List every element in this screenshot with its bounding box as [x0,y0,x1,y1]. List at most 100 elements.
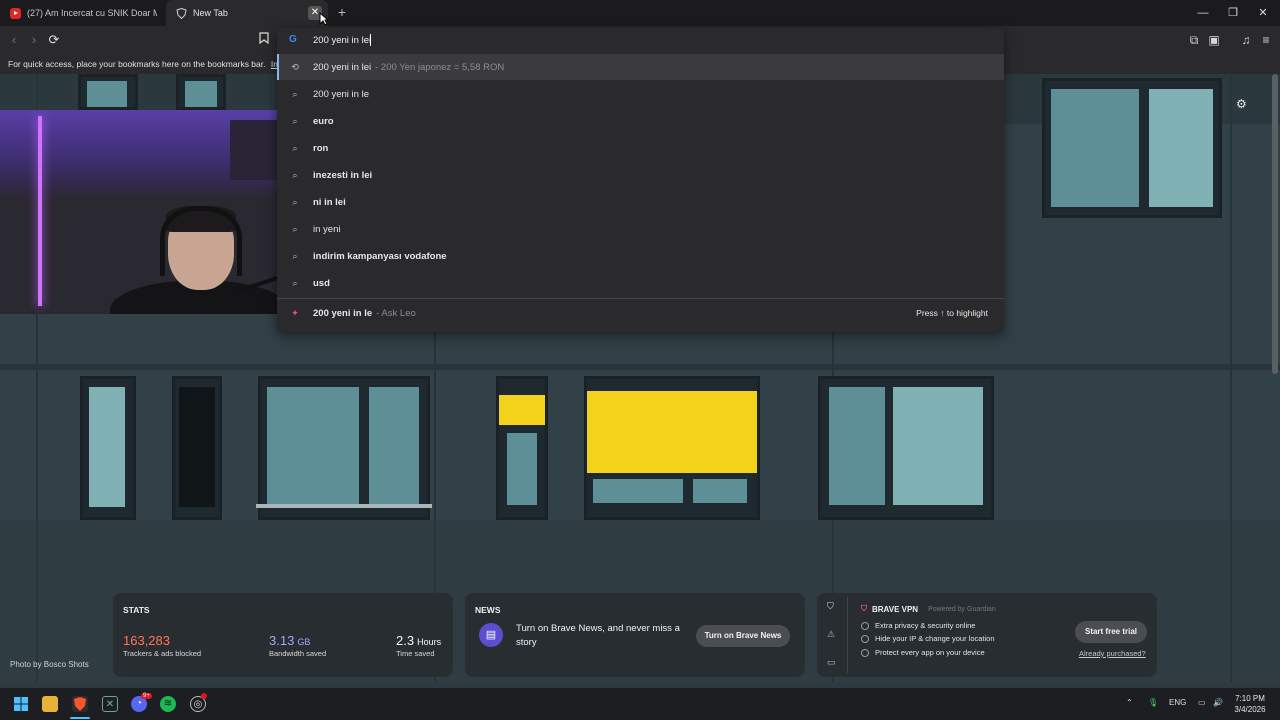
omnibox-suggestion[interactable]: ⌕ ni in lei [277,189,1004,215]
suggestion-text: ron [313,142,329,154]
search-icon: ⌕ [292,88,298,99]
vpn-feature: Protect every app on your device [861,648,985,657]
bandwidth-saved: 3.13 GB [269,633,311,648]
suggestion-text: ni in lei [313,196,346,208]
search-icon: ⌕ [292,196,298,207]
bookmarks-hint: For quick access, place your bookmarks h… [8,59,266,69]
suggestion-text: inezesti in lei [313,169,373,181]
brave-vpn-logo-icon: ⛉ [861,604,867,613]
brave-browser-icon[interactable] [72,696,88,712]
news-widget: NEWS ▤ Turn on Brave News, and never mis… [465,593,805,677]
tab-youtube[interactable]: (27) Am Incercat cu SNIK Doar Manc... [0,0,160,26]
suggestion-text: 200 yeni in lei [313,61,372,73]
new-tab-button[interactable]: + [334,4,350,20]
xbox-icon[interactable]: ✕ [102,696,118,712]
customize-gear-icon[interactable]: ⚙ [1236,97,1247,111]
vpn-screen-icon[interactable]: ▭ [827,657,836,668]
photo-credit[interactable]: Photo by Bosco Shots [10,660,89,669]
address-bar[interactable]: G 200 yeni in lei [277,28,1004,52]
trackers-count: 163,283 [123,633,170,648]
menu-icon[interactable]: ≡ [1258,32,1274,48]
omnibox-suggestion[interactable]: ⟲ 200 yeni in lei - 200 Yen japonez = 5,… [277,54,1004,80]
ask-leo-suggestion[interactable]: ✦ 200 yeni in le - Ask Leo Press ↑ to hi… [277,300,1004,326]
clock[interactable]: 7:10 PM 3/4/2026 [1230,693,1270,715]
wallet-icon[interactable]: ▣ [1206,32,1222,48]
windows-start-icon[interactable] [13,696,29,712]
youtube-icon [10,7,21,19]
forward-icon[interactable]: › [26,32,42,48]
page-scrollbar[interactable] [1272,74,1278,374]
show-hidden-icons[interactable]: ⌃ [1126,698,1133,707]
text-caret [370,34,371,46]
media-icon[interactable]: ♫ [1238,32,1254,48]
network-icon[interactable]: ▭ [1198,698,1206,707]
suggestion-text: euro [313,115,334,127]
news-title: NEWS [475,605,501,615]
vpn-feature: Extra privacy & security online [861,621,975,630]
calculator-icon: ⟲ [291,61,299,72]
search-icon: ⌕ [292,250,298,261]
search-icon: ⌕ [292,169,298,180]
turn-on-news-button[interactable]: Turn on Brave News [696,625,790,647]
back-icon[interactable]: ‹ [6,32,22,48]
trackers-label: Trackers & ads blocked [123,649,202,658]
microphone-icon[interactable]: 🎙 [1148,698,1158,707]
stats-widget: STATS 163,283 Trackers & ads blocked 3.1… [113,593,453,677]
suggestion-text: in yeni [313,223,341,235]
volume-icon[interactable]: 🔊 [1213,698,1223,707]
address-input-value[interactable]: 200 yeni in lei [313,35,371,46]
language-indicator[interactable]: ENG [1169,698,1186,707]
search-icon: ⌕ [292,277,298,288]
omnibox-suggestion[interactable]: ⌕ usd [277,270,1004,296]
suggestion-detail: - 200 Yen japonez = 5,58 RON [375,61,505,73]
minimize-icon[interactable]: — [1196,6,1210,20]
discord-badge: 9+ [141,693,152,699]
news-promo-text: Turn on Brave News, and never miss a sto… [516,623,680,648]
suggestion-text: indirim kampanyası vodafone [313,250,447,262]
omnibox-suggestion[interactable]: ⌕ inezesti in lei [277,162,1004,188]
leo-icon: ✦ [291,307,299,318]
tab-strip: (27) Am Incercat cu SNIK Doar Manc... Ne… [0,0,1280,26]
omnibox-dropdown: G 200 yeni in lei ⟲ 200 yeni in lei - 20… [277,28,1004,332]
extensions-icon[interactable]: ⧉ [1186,32,1202,48]
omnibox-suggestion[interactable]: ⌕ euro [277,108,1004,134]
vpn-header: ⛉ BRAVE VPN Powered by Guardian [861,604,996,614]
suggestion-text: usd [313,277,330,289]
suggestion-detail: - Ask Leo [376,307,416,319]
vpn-shield-icon[interactable]: ⛉ [827,601,834,612]
taskbar: ✕ ◔ 9+ ≋ ◎ ⌃ 🎙 ENG ▭ 🔊 7:10 PM 3/4/2026 [0,688,1280,720]
google-icon: G [289,34,297,45]
spotify-icon[interactable]: ≋ [160,696,176,712]
time-label: Time saved [396,649,435,658]
suggestion-text: 200 yeni in le [313,88,369,100]
vpn-alert-icon[interactable]: ⚠ [827,629,835,640]
stats-title: STATS [123,605,150,615]
mouse-cursor-icon [319,12,329,26]
time-saved: 2.3 Hours [396,633,442,648]
vpn-widget: ⛉ ⚠ ▭ ⛉ BRAVE VPN Powered by Guardian Ex… [817,593,1157,677]
tab-label: New Tab [193,8,228,18]
already-purchased-link[interactable]: Already purchased? [1079,649,1146,658]
tab-new-tab[interactable]: New Tab ✕ [166,0,328,26]
news-icon: ▤ [479,623,503,647]
omnibox-suggestion[interactable]: ⌕ in yeni [277,216,1004,242]
notification-dot [201,693,207,699]
bookmark-icon[interactable] [256,32,272,48]
vpn-feature: Hide your IP & change your location [861,634,995,643]
suggestion-text: 200 yeni in le [313,307,373,319]
highlight-hint: Press ↑ to highlight [916,308,988,318]
tab-label: (27) Am Incercat cu SNIK Doar Manc... [27,8,157,18]
search-icon: ⌕ [292,223,298,234]
start-free-trial-button[interactable]: Start free trial [1075,621,1147,643]
search-icon: ⌕ [292,142,298,153]
close-window-icon[interactable]: ✕ [1256,6,1270,20]
omnibox-suggestion[interactable]: ⌕ indirim kampanyası vodafone [277,243,1004,269]
file-explorer-icon[interactable] [42,696,58,712]
omnibox-suggestion[interactable]: ⌕ 200 yeni in le [277,81,1004,107]
reload-icon[interactable]: ⟳ [46,32,62,48]
omnibox-suggestion[interactable]: ⌕ ron [277,135,1004,161]
restore-icon[interactable]: ❐ [1226,6,1240,20]
search-icon: ⌕ [292,115,298,126]
bandwidth-label: Bandwidth saved [269,649,327,658]
brave-shield-icon [176,7,187,19]
